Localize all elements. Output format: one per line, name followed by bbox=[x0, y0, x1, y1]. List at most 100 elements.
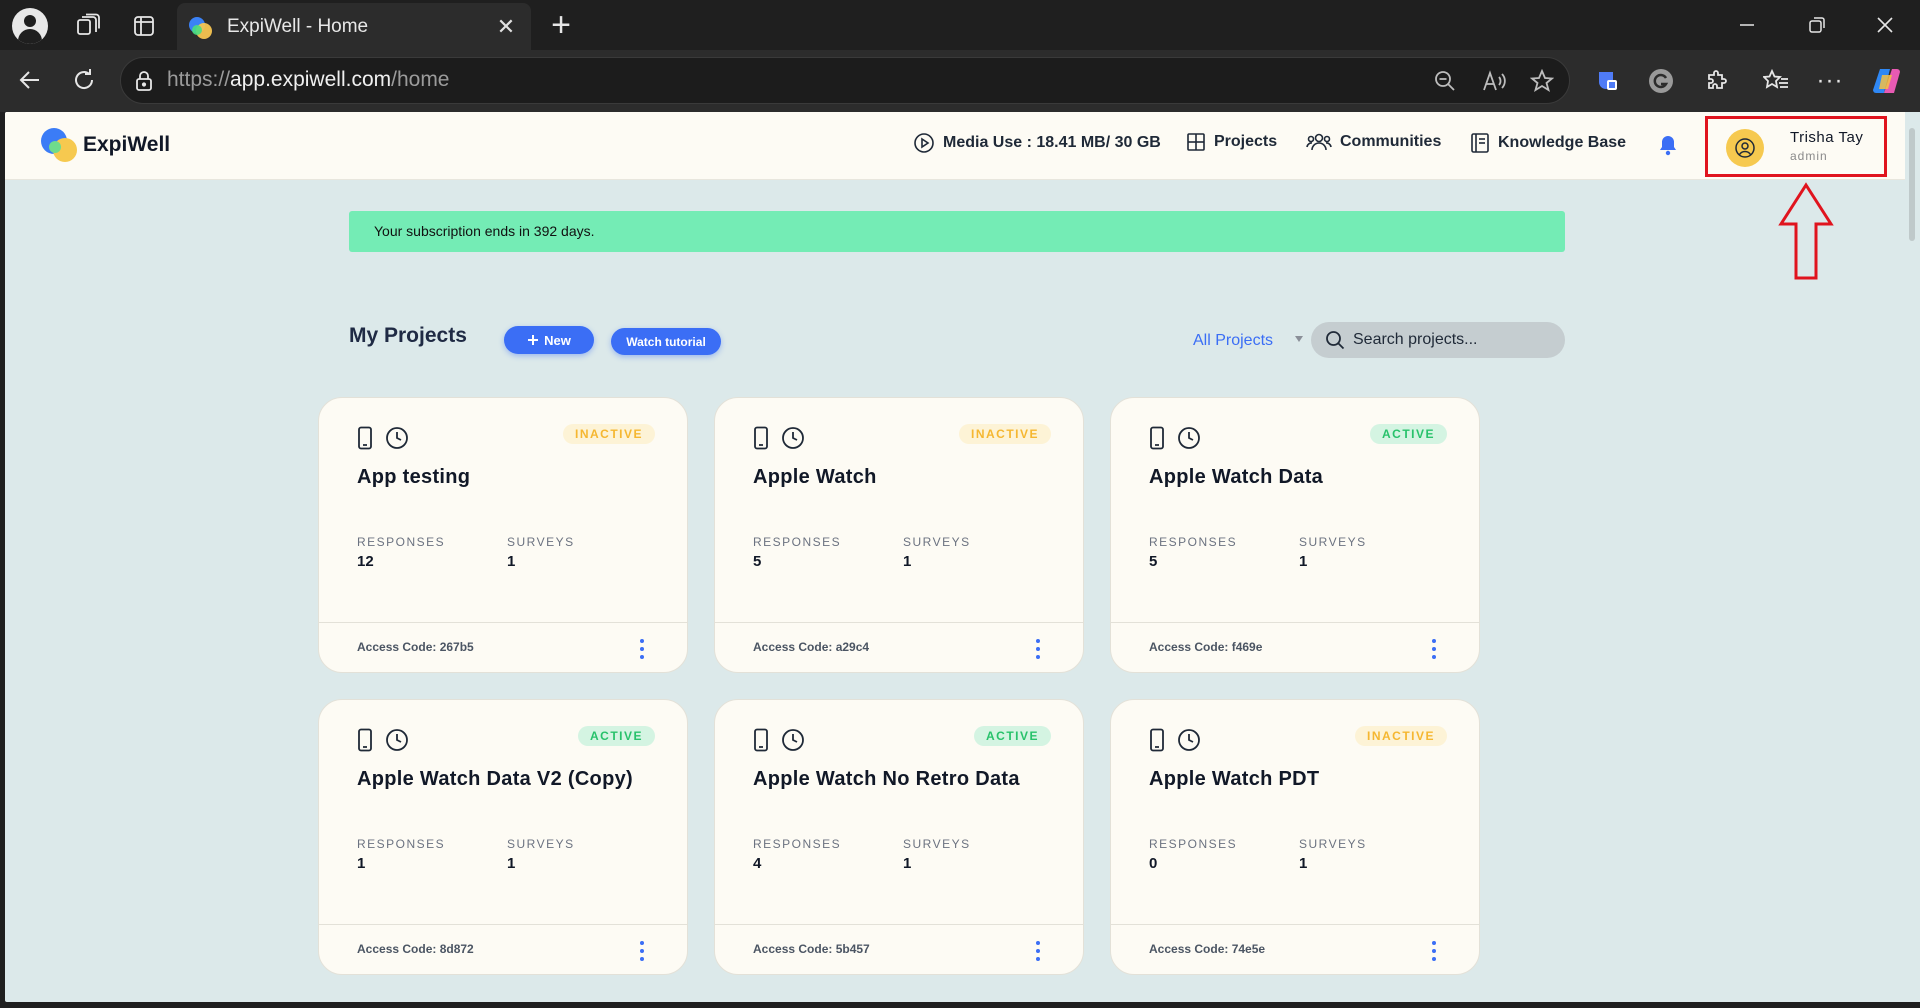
project-name[interactable]: Apple Watch Data V2 (Copy) bbox=[357, 768, 633, 791]
project-name[interactable]: App testing bbox=[357, 466, 470, 489]
clock-icon bbox=[1177, 728, 1201, 752]
project-name[interactable]: Apple Watch bbox=[753, 466, 877, 489]
surveys-count: 1 bbox=[1299, 553, 1308, 570]
responses-count: 4 bbox=[753, 855, 762, 872]
site-info-lock-icon[interactable] bbox=[131, 68, 157, 94]
nav-projects[interactable]: Projects bbox=[1186, 132, 1277, 152]
access-code: Access Code: 8d872 bbox=[357, 942, 474, 956]
mobile-phone-icon bbox=[753, 728, 769, 752]
responses-label: RESPONSES bbox=[753, 535, 842, 549]
kebab-menu-icon[interactable] bbox=[1431, 941, 1437, 961]
chevron-down-icon[interactable] bbox=[1295, 336, 1303, 342]
card-footer: Access Code: 74e5e bbox=[1111, 924, 1479, 974]
minimize-icon[interactable] bbox=[1712, 0, 1782, 50]
card-icons bbox=[357, 426, 409, 450]
responses-count: 5 bbox=[753, 553, 762, 570]
project-card[interactable]: INACTIVE App testing RESPONSES SURVEYS 12 1 Ac… bbox=[318, 397, 688, 673]
back-icon[interactable] bbox=[12, 62, 48, 98]
card-footer: Access Code: 5b457 bbox=[715, 924, 1083, 974]
surveys-count: 1 bbox=[1299, 855, 1308, 872]
card-icons bbox=[753, 728, 805, 752]
responses-count: 0 bbox=[1149, 855, 1158, 872]
card-footer: Access Code: 267b5 bbox=[319, 622, 687, 672]
media-use-indicator: Media Use : 18.41 MB/ 30 GB bbox=[913, 132, 1161, 154]
clock-icon bbox=[1177, 426, 1201, 450]
favorite-star-icon[interactable] bbox=[1527, 66, 1557, 96]
project-name[interactable]: Apple Watch PDT bbox=[1149, 768, 1319, 791]
surveys-count: 1 bbox=[903, 553, 912, 570]
project-filter-select[interactable]: All Projects bbox=[1193, 332, 1273, 350]
nav-knowledge-base-label: Knowledge Base bbox=[1498, 134, 1627, 151]
access-code: Access Code: 74e5e bbox=[1149, 942, 1266, 956]
read-aloud-icon[interactable] bbox=[1480, 66, 1510, 96]
extension-shield-icon[interactable] bbox=[1592, 66, 1622, 96]
copilot-icon[interactable] bbox=[1868, 63, 1904, 99]
surveys-label: SURVEYS bbox=[1299, 837, 1367, 851]
project-card[interactable]: ACTIVE Apple Watch Data V2 (Copy) RESPONSE… bbox=[318, 699, 688, 975]
nav-communities-label: Communities bbox=[1340, 133, 1442, 150]
surveys-count: 1 bbox=[507, 855, 516, 872]
search-projects-input[interactable]: Search projects... bbox=[1311, 322, 1565, 358]
nav-communities[interactable]: Communities bbox=[1306, 132, 1441, 152]
search-icon bbox=[1326, 331, 1345, 350]
zoom-out-icon[interactable] bbox=[1430, 66, 1460, 96]
responses-label: RESPONSES bbox=[1149, 837, 1238, 851]
page-viewport: ExpiWell Media Use : 18.41 MB/ 30 GB Pro… bbox=[5, 112, 1910, 1002]
expiwell-logo-icon[interactable] bbox=[41, 126, 81, 166]
extensions-puzzle-icon[interactable] bbox=[1702, 66, 1732, 96]
surveys-count: 1 bbox=[507, 553, 516, 570]
card-footer: Access Code: a29c4 bbox=[715, 622, 1083, 672]
access-code: Access Code: 267b5 bbox=[357, 640, 474, 654]
kebab-menu-icon[interactable] bbox=[639, 639, 645, 659]
scrollbar-thumb[interactable] bbox=[1909, 128, 1915, 241]
new-button-label: New bbox=[544, 332, 571, 348]
project-name[interactable]: Apple Watch Data bbox=[1149, 466, 1323, 489]
kebab-menu-icon[interactable] bbox=[1035, 941, 1041, 961]
project-card[interactable]: ACTIVE Apple Watch No Retro Data RESPONSES… bbox=[714, 699, 1084, 975]
users-icon bbox=[1306, 133, 1332, 151]
responses-count: 1 bbox=[357, 855, 366, 872]
watch-tutorial-button[interactable]: Watch tutorial bbox=[611, 328, 721, 355]
tab-actions-icon[interactable] bbox=[128, 10, 160, 42]
kebab-menu-icon[interactable] bbox=[1035, 639, 1041, 659]
nav-knowledge-base[interactable]: Knowledge Base bbox=[1470, 132, 1626, 154]
new-project-button[interactable]: New bbox=[504, 326, 594, 354]
access-code: Access Code: f469e bbox=[1149, 640, 1263, 654]
tab-close-icon[interactable]: ✕ bbox=[491, 12, 521, 42]
page-scrollbar[interactable] bbox=[1905, 112, 1920, 1002]
brand-name[interactable]: ExpiWell bbox=[83, 133, 170, 157]
grid-icon bbox=[1187, 133, 1205, 151]
project-name[interactable]: Apple Watch No Retro Data bbox=[753, 768, 1020, 791]
user-avatar-icon bbox=[1726, 129, 1764, 167]
browser-profile-icon[interactable] bbox=[10, 6, 50, 46]
new-tab-icon[interactable]: + bbox=[542, 6, 580, 44]
refresh-icon[interactable] bbox=[66, 62, 102, 98]
user-menu[interactable]: Trisha Tay admin bbox=[1705, 116, 1887, 177]
tab-title: ExpiWell - Home bbox=[227, 15, 369, 37]
project-card[interactable]: INACTIVE Apple Watch RESPONSES SURVEYS 5 1 Acc… bbox=[714, 397, 1084, 673]
project-card[interactable]: INACTIVE Apple Watch PDT RESPONSES SURVEYS 0… bbox=[1110, 699, 1480, 975]
surveys-label: SURVEYS bbox=[903, 837, 971, 851]
close-window-icon[interactable] bbox=[1850, 0, 1920, 50]
url-text[interactable]: https://app.expiwell.com/home bbox=[167, 68, 450, 92]
kebab-menu-icon[interactable] bbox=[1431, 639, 1437, 659]
restore-icon[interactable] bbox=[1782, 0, 1852, 50]
grammarly-icon[interactable] bbox=[1646, 66, 1676, 96]
browser-tab[interactable]: ExpiWell - Home ✕ bbox=[177, 3, 531, 50]
favorites-list-icon[interactable] bbox=[1760, 66, 1792, 96]
annotation-up-arrow-icon bbox=[1778, 182, 1834, 282]
more-menu-icon[interactable]: ··· bbox=[1814, 66, 1846, 96]
clock-icon bbox=[385, 728, 409, 752]
card-icons bbox=[753, 426, 805, 450]
kebab-menu-icon[interactable] bbox=[639, 941, 645, 961]
surveys-label: SURVEYS bbox=[1299, 535, 1367, 549]
clock-icon bbox=[385, 426, 409, 450]
access-code: Access Code: a29c4 bbox=[753, 640, 870, 654]
notification-bell-icon[interactable] bbox=[1658, 134, 1678, 156]
status-badge: INACTIVE bbox=[1354, 726, 1447, 746]
workspaces-icon[interactable] bbox=[72, 10, 104, 42]
browser-tab-bar: ExpiWell - Home ✕ + bbox=[0, 0, 1920, 50]
surveys-label: SURVEYS bbox=[903, 535, 971, 549]
project-card[interactable]: ACTIVE Apple Watch Data RESPONSES SURVEYS 5 1… bbox=[1110, 397, 1480, 673]
media-use-text: Media Use : 18.41 MB/ 30 GB bbox=[943, 134, 1161, 151]
